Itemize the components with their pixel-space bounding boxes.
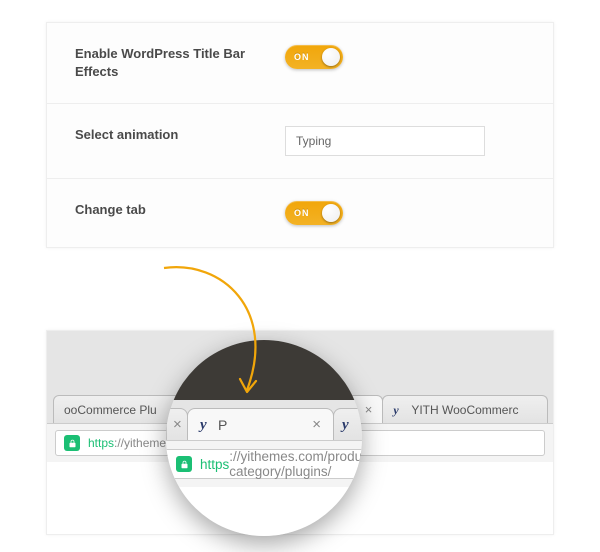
mag-tab-right[interactable]: y	[333, 408, 362, 440]
setting-row-select-animation: Select animation Typing	[47, 104, 553, 179]
toggle-title-bar-effects[interactable]: ON	[285, 45, 343, 69]
tab-title: P	[218, 417, 227, 433]
favicon-icon: y	[393, 404, 405, 416]
url-rest: ://yithemes.com/product-category/plugins…	[229, 449, 362, 479]
setting-row-title-bar-effects: Enable WordPress Title Bar Effects ON	[47, 23, 553, 104]
toggle-knob	[322, 204, 340, 222]
close-icon[interactable]: ×	[312, 416, 321, 433]
magnifier-zoom: × y P × y https://yithemes.com/product-c…	[166, 340, 362, 536]
url-scheme: https	[88, 436, 114, 450]
lock-icon	[64, 435, 80, 451]
setting-label: Change tab	[75, 201, 285, 219]
setting-row-change-tab: Change tab ON	[47, 179, 553, 247]
close-icon[interactable]: ×	[173, 416, 182, 433]
lock-icon	[176, 456, 192, 472]
setting-control: ON	[285, 45, 525, 69]
mag-address-bar[interactable]: https://yithemes.com/product-category/pl…	[166, 449, 362, 479]
select-animation[interactable]: Typing	[285, 126, 485, 156]
browser-tab[interactable]: y YITH WooCommerc	[382, 395, 548, 423]
close-icon[interactable]: ×	[365, 402, 373, 417]
favicon-icon: y	[342, 419, 354, 431]
mag-address-wrap: https://yithemes.com/product-category/pl…	[166, 440, 362, 487]
setting-control: Typing	[285, 126, 525, 156]
toggle-knob	[322, 48, 340, 66]
setting-label: Select animation	[75, 126, 285, 144]
url-scheme: https	[200, 457, 229, 472]
settings-panel: Enable WordPress Title Bar Effects ON Se…	[46, 22, 554, 248]
setting-label: Enable WordPress Title Bar Effects	[75, 45, 285, 81]
toggle-text: ON	[294, 52, 310, 62]
tab-title: YITH WooCommerc	[411, 403, 518, 417]
tab-title: ooCommerce Plu	[64, 403, 157, 417]
select-value: Typing	[296, 134, 331, 148]
favicon-icon: y	[200, 419, 212, 431]
toggle-change-tab[interactable]: ON	[285, 201, 343, 225]
mag-tab-left[interactable]: ×	[166, 408, 188, 440]
toggle-text: ON	[294, 208, 310, 218]
mag-tabstrip: × y P × y	[166, 400, 362, 440]
mag-tab-center[interactable]: y P ×	[187, 408, 334, 440]
setting-control: ON	[285, 201, 525, 225]
